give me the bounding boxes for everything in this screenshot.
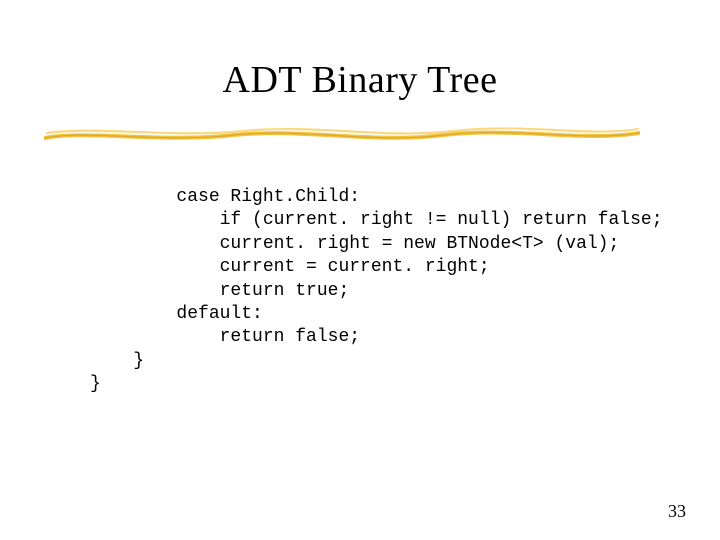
page-number: 33 — [668, 501, 686, 522]
title-underline-decoration — [44, 124, 640, 146]
slide-title: ADT Binary Tree — [0, 58, 720, 102]
code-block: case Right.Child: if (current. right != … — [90, 186, 673, 397]
slide: ADT Binary Tree case Right.Child: if (cu… — [0, 0, 720, 540]
